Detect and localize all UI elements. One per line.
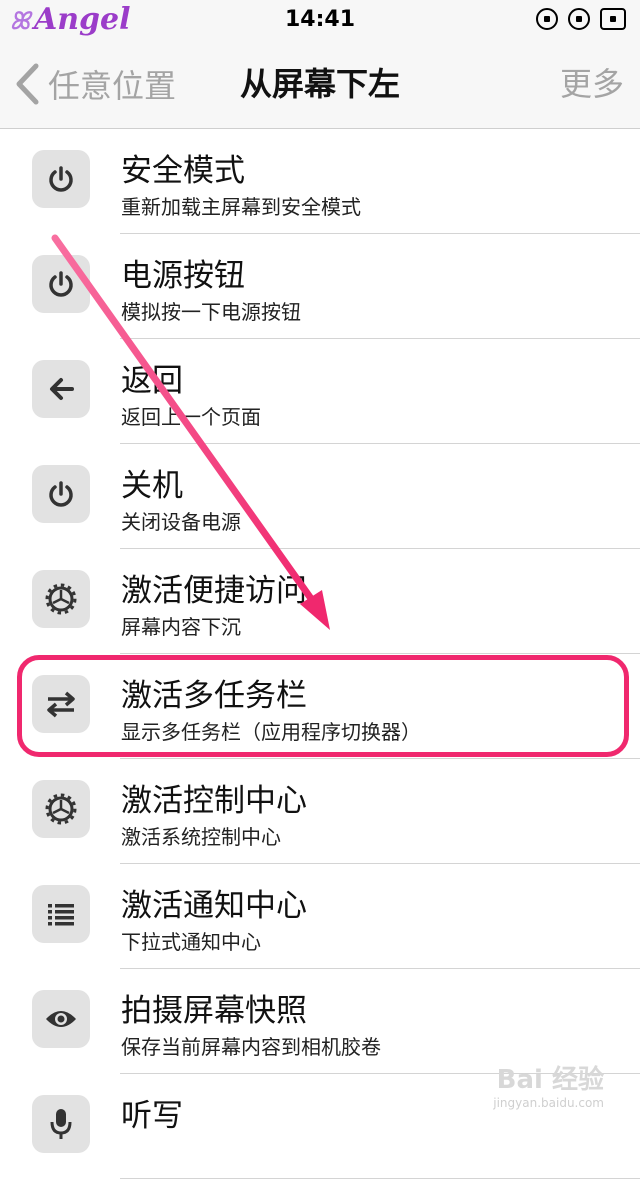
power-icon [32,150,90,208]
rotation-lock-icon [536,8,558,30]
item-title: 激活通知中心 [121,888,307,924]
item-subtitle: 激活系统控制中心 [121,825,281,849]
item-title: 关机 [121,468,183,504]
item-title: 听写 [121,1098,183,1134]
status-icons [536,8,626,30]
list-item[interactable]: 安全模式 重新加载主屏幕到安全模式 [0,129,640,234]
power-icon [32,255,90,313]
navigation-bar: 任意位置 从屏幕下左 更多 [0,40,640,129]
item-subtitle: 模拟按一下电源按钮 [121,300,301,324]
item-title: 返回 [121,363,183,399]
item-subtitle: 屏幕内容下沉 [121,615,241,639]
item-title: 激活便捷访问 [121,573,307,609]
list-item[interactable]: 关机 关闭设备电源 [0,444,640,549]
gear-icon [32,570,90,628]
item-subtitle: 关闭设备电源 [121,510,241,534]
battery-icon [600,8,626,30]
item-title: 拍摄屏幕快照 [121,993,307,1029]
gear-icon [32,780,90,838]
highlight-frame [17,655,629,757]
item-subtitle: 下拉式通知中心 [121,930,261,954]
more-button[interactable]: 更多 [560,58,624,110]
arrow-left-icon [32,360,90,418]
page-title: 从屏幕下左 [239,65,400,103]
list-icon [32,885,90,943]
item-title: 激活控制中心 [121,783,307,819]
item-title: 电源按钮 [121,258,245,294]
alarm-icon [568,8,590,30]
microphone-icon [32,1095,90,1153]
list-item[interactable]: 电源按钮 模拟按一下电源按钮 [0,234,640,339]
list-item[interactable]: 返回 返回上一个页面 [0,339,640,444]
power-icon [32,465,90,523]
item-subtitle: 重新加载主屏幕到安全模式 [121,195,361,219]
baidu-watermark: Bai 经验 jingyan.baidu.com [493,1065,604,1110]
action-list: 安全模式 重新加载主屏幕到安全模式 电源按钮 模拟按一下电源按钮 返回 返回上一… [0,129,640,1179]
status-bar: ꕤ Angel 14:41 [0,0,640,40]
item-subtitle: 返回上一个页面 [121,405,261,429]
list-item[interactable]: 激活便捷访问 屏幕内容下沉 [0,549,640,654]
list-item[interactable]: 激活控制中心 激活系统控制中心 [0,759,640,864]
item-title: 安全模式 [121,153,245,189]
list-item[interactable]: 激活通知中心 下拉式通知中心 [0,864,640,969]
eye-icon [32,990,90,1048]
item-subtitle: 保存当前屏幕内容到相机胶卷 [121,1035,381,1059]
